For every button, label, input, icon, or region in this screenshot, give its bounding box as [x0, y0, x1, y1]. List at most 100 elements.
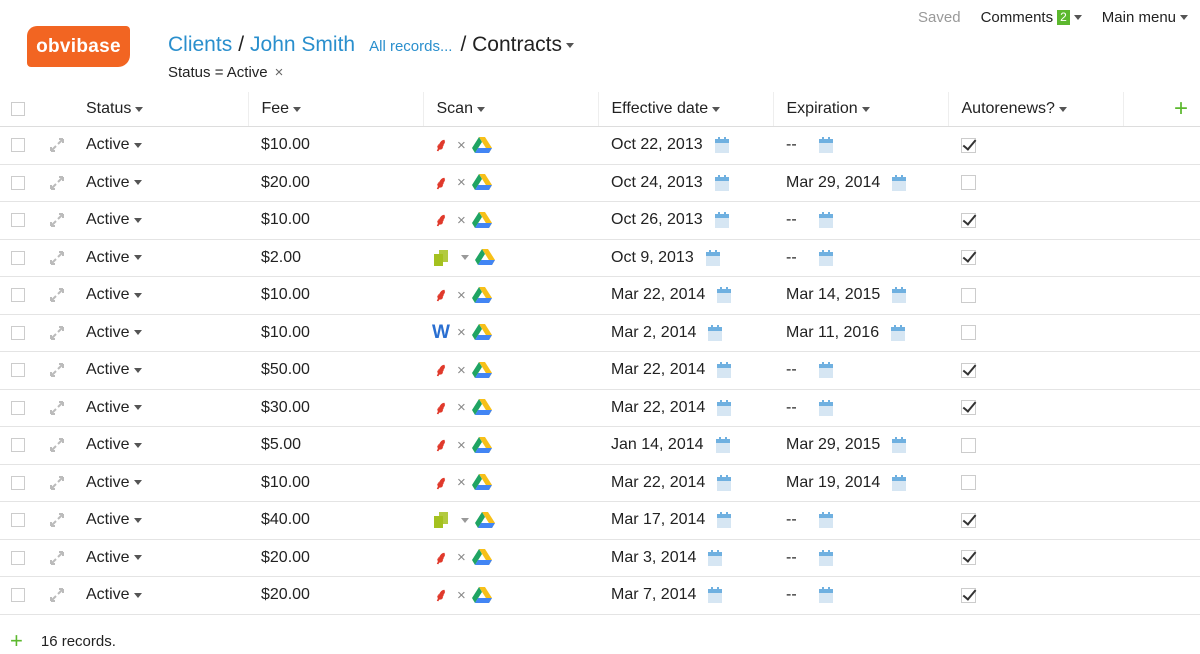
- effective-date-value[interactable]: Mar 22, 2014: [611, 286, 705, 303]
- calendar-icon[interactable]: [818, 212, 833, 229]
- autorenews-checkbox[interactable]: [961, 400, 976, 416]
- calendar-icon[interactable]: [714, 174, 729, 191]
- breadcrumb-client-link[interactable]: John Smith: [250, 33, 355, 57]
- calendar-icon[interactable]: [818, 512, 833, 529]
- calendar-icon[interactable]: [717, 512, 732, 529]
- fee-value[interactable]: $10.00: [261, 136, 310, 153]
- expand-icon[interactable]: [48, 511, 66, 529]
- expiration-value[interactable]: --: [786, 399, 797, 416]
- fee-value[interactable]: $10.00: [261, 286, 310, 303]
- fee-value[interactable]: $20.00: [261, 549, 310, 566]
- autorenews-checkbox[interactable]: [961, 287, 976, 303]
- status-dropdown[interactable]: Active: [86, 399, 142, 417]
- calendar-icon[interactable]: [715, 437, 730, 454]
- autorenews-checkbox[interactable]: [961, 137, 976, 153]
- google-drive-icon[interactable]: [471, 324, 492, 341]
- clipboard-icon[interactable]: [431, 511, 451, 529]
- google-drive-icon[interactable]: [471, 361, 492, 379]
- effective-date-value[interactable]: Mar 3, 2014: [611, 549, 696, 566]
- select-all-checkbox[interactable]: [11, 101, 25, 116]
- main-menu-button[interactable]: Main menu: [1102, 9, 1188, 26]
- expiration-value[interactable]: --: [786, 586, 797, 603]
- autorenews-checkbox[interactable]: [961, 550, 976, 566]
- row-select-checkbox[interactable]: [11, 213, 25, 228]
- remove-file-icon[interactable]: ×: [457, 587, 466, 604]
- calendar-icon[interactable]: [818, 249, 833, 266]
- google-drive-icon[interactable]: [471, 211, 492, 229]
- column-header-status[interactable]: Status: [86, 100, 144, 118]
- expand-icon[interactable]: [48, 436, 66, 454]
- row-select-checkbox[interactable]: [11, 438, 25, 453]
- column-header-autorenews[interactable]: Autorenews?: [962, 100, 1067, 118]
- calendar-icon[interactable]: [708, 587, 723, 604]
- chevron-down-icon[interactable]: [461, 255, 469, 261]
- calendar-icon[interactable]: [892, 437, 907, 454]
- expiration-value[interactable]: Mar 14, 2015: [786, 286, 880, 303]
- autorenews-checkbox[interactable]: [961, 362, 976, 378]
- column-header-fee[interactable]: Fee: [262, 100, 302, 118]
- status-dropdown[interactable]: Active: [86, 174, 142, 192]
- expiration-value[interactable]: Mar 29, 2014: [786, 174, 880, 191]
- fee-value[interactable]: $10.00: [261, 324, 310, 341]
- add-record-icon[interactable]: +: [10, 628, 23, 654]
- remove-file-icon[interactable]: ×: [457, 137, 466, 154]
- status-dropdown[interactable]: Active: [86, 211, 142, 229]
- row-select-checkbox[interactable]: [11, 550, 25, 565]
- expiration-value[interactable]: Mar 29, 2015: [786, 436, 880, 453]
- google-drive-icon[interactable]: [471, 586, 492, 604]
- status-dropdown[interactable]: Active: [86, 436, 142, 454]
- status-dropdown[interactable]: Active: [86, 324, 142, 342]
- column-header-expiration[interactable]: Expiration: [787, 100, 870, 118]
- fee-value[interactable]: $2.00: [261, 249, 301, 266]
- pdf-icon[interactable]: ⸙: [431, 283, 451, 307]
- fee-value[interactable]: $20.00: [261, 174, 310, 191]
- row-select-checkbox[interactable]: [11, 363, 25, 378]
- calendar-icon[interactable]: [891, 324, 906, 341]
- column-header-scan[interactable]: Scan: [437, 100, 485, 118]
- expand-icon[interactable]: [48, 211, 66, 229]
- autorenews-checkbox[interactable]: [961, 587, 976, 603]
- row-select-checkbox[interactable]: [11, 288, 25, 303]
- calendar-icon[interactable]: [708, 324, 723, 341]
- remove-file-icon[interactable]: ×: [457, 174, 466, 191]
- autorenews-checkbox[interactable]: [961, 250, 976, 266]
- chevron-down-icon[interactable]: [461, 517, 469, 523]
- calendar-icon[interactable]: [818, 399, 833, 416]
- pdf-icon[interactable]: ⸙: [431, 546, 451, 570]
- row-select-checkbox[interactable]: [11, 175, 25, 190]
- comments-button[interactable]: Comments 2: [981, 9, 1082, 26]
- calendar-icon[interactable]: [892, 287, 907, 304]
- row-select-checkbox[interactable]: [11, 513, 25, 528]
- effective-date-value[interactable]: Mar 22, 2014: [611, 399, 705, 416]
- expand-icon[interactable]: [48, 586, 66, 604]
- row-select-checkbox[interactable]: [11, 138, 25, 153]
- effective-date-value[interactable]: Mar 7, 2014: [611, 586, 696, 603]
- google-drive-icon[interactable]: [475, 511, 495, 529]
- expiration-value[interactable]: --: [786, 549, 797, 566]
- expand-icon[interactable]: [48, 286, 66, 304]
- effective-date-value[interactable]: Jan 14, 2014: [611, 436, 704, 453]
- effective-date-value[interactable]: Oct 26, 2013: [611, 211, 703, 228]
- calendar-icon[interactable]: [818, 549, 833, 566]
- pdf-icon[interactable]: ⸙: [431, 396, 451, 420]
- status-dropdown[interactable]: Active: [86, 511, 142, 529]
- fee-value[interactable]: $50.00: [261, 361, 310, 378]
- google-drive-icon[interactable]: [471, 174, 492, 191]
- table-selector[interactable]: / Contracts: [460, 33, 575, 57]
- row-select-checkbox[interactable]: [11, 475, 25, 490]
- fee-value[interactable]: $10.00: [261, 211, 310, 228]
- pdf-icon[interactable]: ⸙: [431, 471, 451, 495]
- status-dropdown[interactable]: Active: [86, 549, 142, 567]
- calendar-icon[interactable]: [705, 249, 720, 266]
- expand-icon[interactable]: [48, 249, 66, 267]
- effective-date-value[interactable]: Mar 22, 2014: [611, 361, 705, 378]
- calendar-icon[interactable]: [818, 362, 833, 379]
- pdf-icon[interactable]: ⸙: [431, 133, 451, 157]
- expiration-value[interactable]: --: [786, 361, 797, 378]
- remove-file-icon[interactable]: ×: [457, 549, 466, 566]
- calendar-icon[interactable]: [714, 212, 729, 229]
- remove-file-icon[interactable]: ×: [457, 212, 466, 229]
- row-select-checkbox[interactable]: [11, 250, 25, 265]
- expand-icon[interactable]: [48, 474, 66, 492]
- column-header-effective-date[interactable]: Effective date: [612, 100, 721, 118]
